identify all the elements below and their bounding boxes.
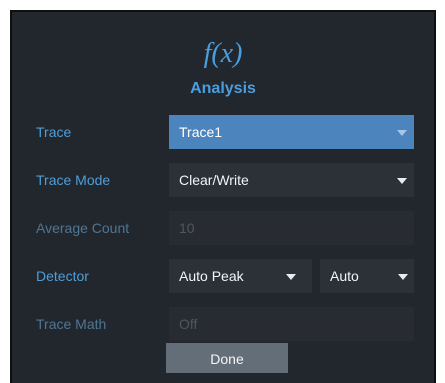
done-button[interactable]: Done — [166, 343, 288, 373]
function-icon: f(x) — [203, 38, 243, 69]
trace-dropdown[interactable]: Trace1 — [169, 115, 414, 149]
dialog-title: Analysis — [190, 80, 256, 97]
detector-label: Detector — [36, 268, 89, 284]
trace-mode-row: Trace Mode Clear/Write — [12, 163, 434, 197]
chevron-down-icon — [398, 274, 408, 280]
trace-math-row: Trace Math Off — [12, 307, 434, 341]
detector-dropdown[interactable]: Auto Peak — [169, 259, 312, 293]
trace-math-input: Off — [169, 307, 414, 341]
chevron-down-icon — [397, 130, 407, 136]
trace-row: Trace Trace1 — [12, 115, 434, 149]
analysis-dialog: f(x) Analysis Trace Trace1 Trace Mode Cl… — [10, 10, 436, 383]
average-count-input: 10 — [169, 211, 414, 245]
trace-mode-dropdown[interactable]: Clear/Write — [169, 163, 414, 197]
trace-math-value: Off — [179, 316, 198, 332]
trace-mode-label: Trace Mode — [36, 172, 111, 188]
chevron-down-icon — [397, 178, 407, 184]
detector-value: Auto Peak — [179, 268, 244, 284]
average-count-label: Average Count — [36, 220, 130, 236]
trace-math-label: Trace Math — [36, 316, 107, 332]
trace-mode-value: Clear/Write — [179, 172, 249, 188]
detector-row: Detector Auto Peak Auto — [12, 259, 434, 293]
average-count-value: 10 — [179, 220, 195, 236]
trace-value: Trace1 — [179, 124, 223, 140]
detector-mode-dropdown[interactable]: Auto — [320, 259, 414, 293]
detector-mode-value: Auto — [330, 268, 359, 284]
chevron-down-icon — [286, 274, 296, 280]
trace-label: Trace — [36, 124, 72, 140]
average-count-row: Average Count 10 — [12, 211, 434, 245]
